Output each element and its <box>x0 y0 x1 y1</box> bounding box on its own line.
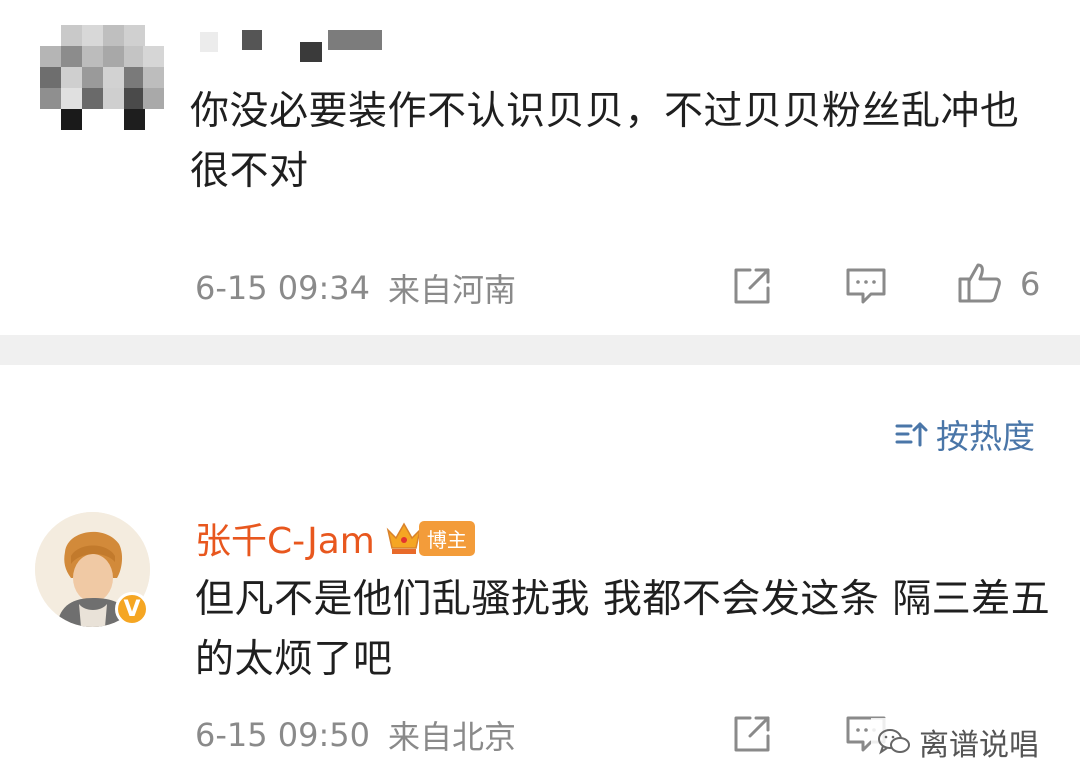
comment-date: 6-15 09:50 <box>195 716 371 754</box>
repost-icon[interactable] <box>728 710 776 758</box>
comment-date: 6-15 09:34 <box>195 269 371 307</box>
wechat-icon <box>877 727 911 757</box>
comment-meta: 6-15 09:34 来自河南 <box>195 265 516 311</box>
watermark-text: 离谱说唱 <box>919 728 1039 763</box>
sort-by-hot-button[interactable]: 按热度 <box>894 410 1035 458</box>
comment-location: 来自河南 <box>388 271 517 309</box>
repost-icon[interactable] <box>728 262 776 310</box>
host-badge: 博主 <box>385 520 475 556</box>
pixelated-username[interactable] <box>200 28 390 62</box>
username-row: 张千C-Jam 博主 <box>195 512 475 564</box>
comment-meta: 6-15 09:50 来自北京 <box>195 712 516 758</box>
host-badge-label: 博主 <box>418 520 475 556</box>
sort-icon <box>894 419 930 449</box>
like-count: 6 <box>1020 265 1041 303</box>
comment-item: 你没必要装作不认识贝贝，不过贝贝粉丝乱冲也很不对 6-15 09:34 来自河南… <box>0 0 1080 335</box>
crown-icon <box>385 520 423 556</box>
comment-text: 但凡不是他们乱骚扰我 我都不会发这条 隔三差五的太烦了吧 <box>195 577 1051 682</box>
verified-v-icon: V <box>115 592 149 626</box>
comment-location: 来自北京 <box>388 718 517 756</box>
pixelated-avatar[interactable] <box>40 25 164 131</box>
watermark: 离谱说唱 <box>871 718 1045 766</box>
comment-text: 你没必要装作不认识贝贝，不过贝贝粉丝乱冲也很不对 <box>190 89 1020 194</box>
thumbs-up-icon[interactable] <box>955 258 1005 308</box>
sort-label: 按热度 <box>936 417 1035 456</box>
comment-bubble-icon[interactable] <box>842 262 890 310</box>
username[interactable]: 张千C-Jam <box>195 512 375 564</box>
section-divider <box>0 335 1080 365</box>
